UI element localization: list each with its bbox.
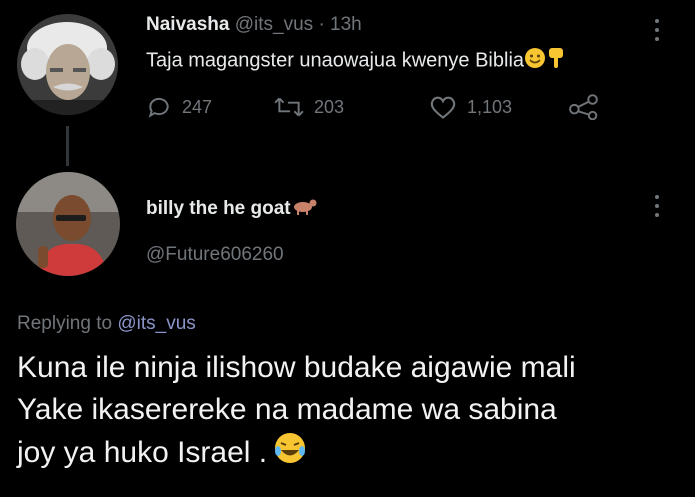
share-button[interactable] — [569, 94, 609, 120]
tweet-header: Naivasha @its_vus · 13h — [146, 14, 362, 36]
avatar[interactable] — [16, 172, 120, 276]
more-icon[interactable] — [652, 194, 662, 218]
replying-to: Replying to @its_vus — [17, 313, 196, 335]
reply-button[interactable]: 247 — [146, 94, 212, 120]
reply-author-name-row: billy the he goat — [146, 197, 317, 221]
reply-text-line: Yake ikaserereke na madame wa sabina — [17, 393, 557, 426]
like-count: 1,103 — [467, 96, 513, 117]
tweet-text: Taja magangster unaowajua kwenye Biblia — [146, 46, 566, 76]
avatar[interactable] — [17, 14, 118, 115]
laughing-tears-emoji-icon — [273, 431, 307, 477]
like-button[interactable]: 1,103 — [429, 94, 512, 120]
tweet-time[interactable]: 13h — [330, 14, 362, 35]
reply-author-handle[interactable]: @Future606260 — [146, 244, 284, 266]
reply-icon — [148, 97, 169, 118]
retweet-icon — [274, 97, 304, 117]
retweet-count: 203 — [314, 96, 345, 117]
retweet-button[interactable]: 203 — [274, 94, 344, 120]
tweet-text-content: Taja magangster unaowajua kwenye Biblia — [146, 49, 525, 72]
reply-text: Kuna ile ninja ilishow budake aigawie ma… — [17, 347, 687, 477]
thread-line — [66, 126, 69, 166]
reply-author-name[interactable]: billy the he goat — [146, 198, 291, 220]
replying-to-link[interactable]: @its_vus — [117, 313, 195, 334]
reply-count: 247 — [182, 96, 213, 117]
share-icon — [569, 94, 598, 120]
goat-emoji-icon — [291, 197, 317, 221]
heart-icon — [430, 96, 456, 119]
author-handle[interactable]: @its_vus — [235, 14, 313, 35]
pointing-down-emoji-icon — [546, 46, 566, 76]
more-icon[interactable] — [652, 18, 662, 42]
reply-text-line: Kuna ile ninja ilishow budake aigawie ma… — [17, 351, 576, 384]
separator: · — [318, 14, 325, 35]
reply-text-line: joy ya huko Israel . — [17, 435, 268, 469]
smile-emoji-icon — [524, 47, 546, 75]
tweet-actions: 247 203 1,103 — [146, 94, 616, 124]
replying-prefix: Replying to — [17, 313, 113, 334]
reply-text-last: joy ya huko Israel . — [17, 431, 687, 477]
author-name[interactable]: Naivasha — [146, 14, 229, 35]
